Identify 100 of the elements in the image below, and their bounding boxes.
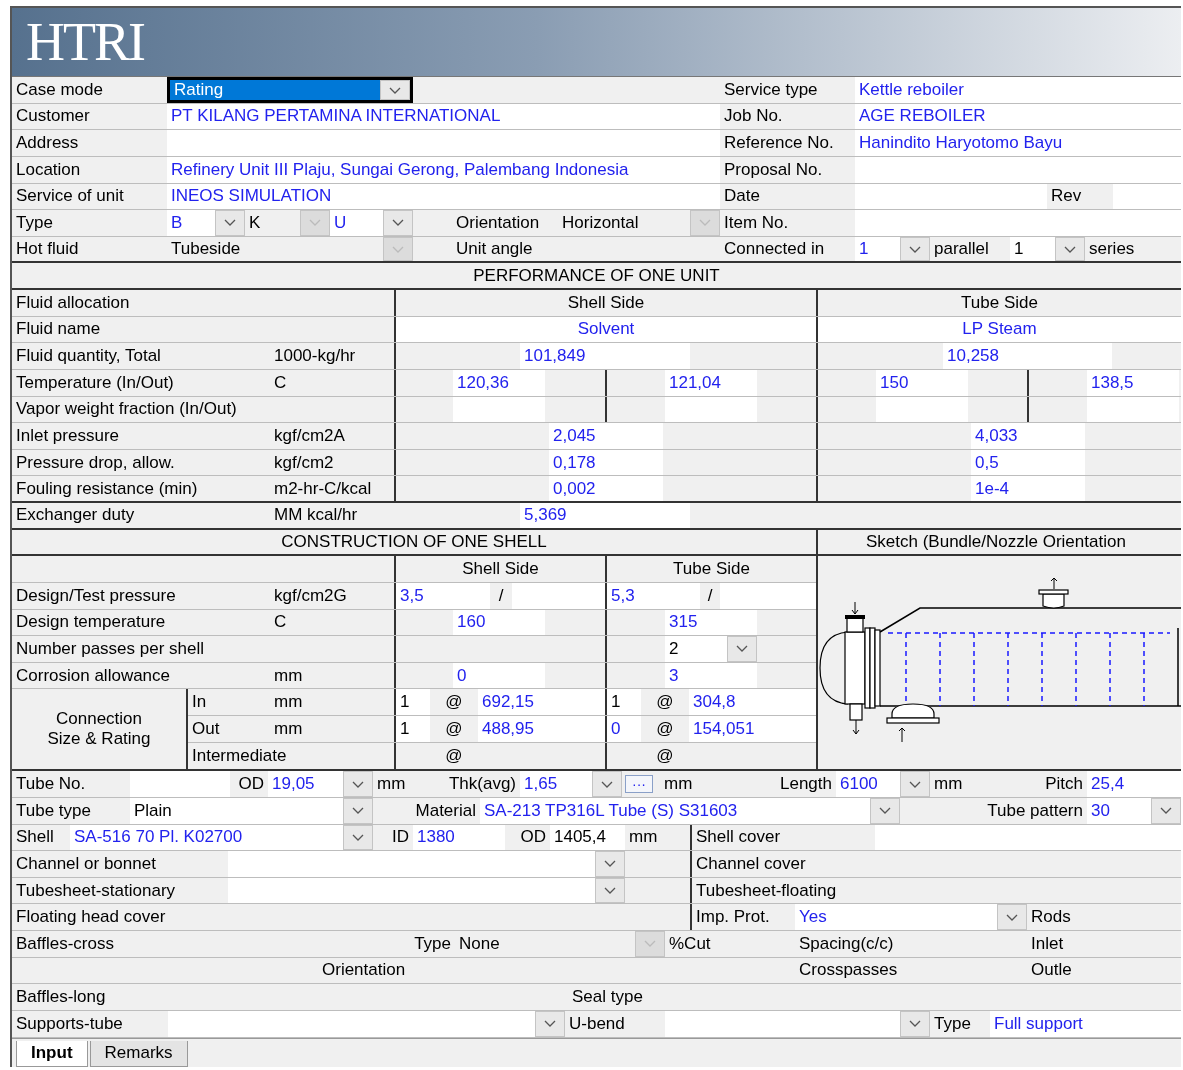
field-label: Fluid quantity, Total: [15, 345, 162, 368]
input-field[interactable]: [665, 396, 757, 423]
input-field[interactable]: [453, 396, 545, 423]
value-field[interactable]: 0: [605, 716, 641, 742]
value-field[interactable]: 1: [605, 689, 641, 715]
value-field[interactable]: 3: [665, 662, 757, 689]
dropdown-field[interactable]: U: [330, 210, 413, 236]
chevron-down-icon: [1160, 807, 1172, 815]
chevron-down-icon: [699, 219, 711, 227]
value-field[interactable]: 1380: [413, 824, 505, 851]
value-field[interactable]: 304,8: [689, 689, 816, 715]
value-field[interactable]: 0: [453, 662, 545, 689]
input-field[interactable]: [855, 183, 1047, 210]
dropdown-field[interactable]: SA-516 70 Pl. K02700: [70, 824, 373, 851]
value-field[interactable]: LP Steam: [816, 316, 1181, 343]
field-label: Job No.: [723, 105, 784, 128]
value-field[interactable]: 488,95: [478, 716, 605, 742]
logo: HTRI: [26, 15, 144, 69]
value-field[interactable]: 10,258: [943, 343, 1112, 369]
dropdown-field[interactable]: 6100: [836, 771, 930, 797]
field-label: 1000-kg/hr: [273, 345, 357, 368]
input-field[interactable]: [855, 156, 1181, 183]
dropdown-field[interactable]: [168, 1010, 565, 1037]
tab[interactable]: Input: [16, 1040, 88, 1067]
value-field[interactable]: 5,369: [520, 503, 690, 528]
value-field[interactable]: 2,045: [549, 423, 663, 449]
field-label: Hot fluid: [15, 238, 80, 261]
value-field[interactable]: Hanindito Haryotomo Bayu: [855, 130, 1181, 156]
value-field[interactable]: PT KILANG PERTAMINA INTERNATIONAL: [167, 103, 720, 130]
field-label: Item No.: [723, 211, 790, 234]
value-field[interactable]: 4,033: [971, 423, 1085, 449]
field-label: @: [655, 691, 675, 714]
field-label: mm: [273, 717, 304, 740]
dropdown-field[interactable]: 1: [855, 236, 930, 262]
value-field[interactable]: INEOS SIMULATION: [167, 183, 720, 210]
value-field[interactable]: 5,3: [605, 582, 700, 609]
value-field[interactable]: 160: [453, 609, 545, 636]
dropdown-field[interactable]: 30: [1087, 797, 1181, 824]
dropdown-field[interactable]: 1,65: [520, 771, 622, 797]
dropdown-field[interactable]: [228, 877, 625, 904]
value-field[interactable]: 121,04: [665, 369, 757, 396]
value-field[interactable]: Refinery Unit III Plaju, Sungai Gerong, Palembang Indonesia: [167, 156, 720, 183]
value-field[interactable]: AGE REBOILER: [855, 103, 1181, 130]
section-heading: Sketch (Bundle/Nozzle Orientation: [816, 529, 1181, 555]
field-label: mm: [273, 691, 304, 714]
value-field[interactable]: 0,178: [549, 449, 663, 476]
field-label: @: [655, 717, 675, 740]
field-label: /: [706, 584, 714, 607]
dropdown-field[interactable]: [228, 851, 625, 877]
value-field[interactable]: 150: [876, 369, 968, 396]
field-label: Customer: [15, 105, 91, 128]
field-label: Unit angle: [455, 238, 534, 261]
value-field[interactable]: 1e-4: [971, 476, 1085, 501]
tab[interactable]: Remarks: [89, 1040, 188, 1067]
value-field[interactable]: 101,849: [520, 343, 690, 369]
value-field[interactable]: 1: [394, 716, 430, 742]
input-field[interactable]: [167, 130, 720, 156]
field-label: Corrosion allowance: [15, 664, 172, 687]
dropdown-field[interactable]: 1: [1010, 236, 1085, 262]
field-label: Pressure drop, allow.: [15, 451, 176, 474]
value-field[interactable]: Kettle reboiler: [855, 77, 1181, 103]
input-field[interactable]: [875, 824, 1181, 851]
input-field[interactable]: [130, 771, 230, 797]
value-field[interactable]: 138,5: [1087, 369, 1179, 396]
field-label: Tube pattern: [986, 799, 1084, 822]
value-field[interactable]: 1405,4: [550, 824, 625, 851]
value-field[interactable]: 0,002: [549, 476, 663, 501]
chevron-down-icon: [392, 219, 404, 227]
value-field[interactable]: Full support: [990, 1010, 1181, 1037]
dropdown-field[interactable]: SA-213 TP316L Tube (S) S31603: [480, 797, 900, 824]
value-field[interactable]: 692,15: [478, 689, 605, 715]
value-field[interactable]: 0,5: [971, 449, 1085, 476]
field-label: mm: [376, 773, 407, 796]
field-label: In: [191, 691, 208, 714]
value-field[interactable]: 315: [665, 609, 757, 636]
dropdown-field[interactable]: B: [167, 210, 245, 236]
dropdown-field[interactable]: [665, 1010, 930, 1037]
dropdown-field[interactable]: 2: [665, 636, 757, 662]
value-field[interactable]: Solvent: [394, 316, 816, 343]
input-field[interactable]: [855, 210, 1181, 236]
dropdown-field[interactable]: Rating: [167, 77, 413, 103]
value-field[interactable]: 120,36: [453, 369, 545, 396]
dropdown-field[interactable]: Yes: [795, 904, 1027, 930]
input-field[interactable]: [512, 582, 605, 609]
field-label: Rev: [1050, 185, 1083, 208]
field-label: @: [444, 744, 464, 767]
chevron-down-icon: [544, 1020, 556, 1028]
input-field[interactable]: [1113, 183, 1181, 210]
input-field[interactable]: [720, 582, 816, 609]
field-label: kgf/cm2G: [273, 584, 348, 607]
dropdown-field[interactable]: 19,05: [268, 771, 373, 797]
input-field[interactable]: [876, 396, 968, 423]
value-field[interactable]: 1: [394, 689, 430, 715]
value-field[interactable]: 154,051: [689, 716, 816, 742]
value-field[interactable]: 3,5: [394, 582, 490, 609]
input-field[interactable]: [1087, 396, 1179, 423]
dropdown-field[interactable]: Plain: [130, 797, 373, 824]
value-field[interactable]: 25,4: [1087, 771, 1181, 797]
field-label: mm: [273, 664, 304, 687]
ellipsis-button[interactable]: ···: [625, 775, 653, 794]
